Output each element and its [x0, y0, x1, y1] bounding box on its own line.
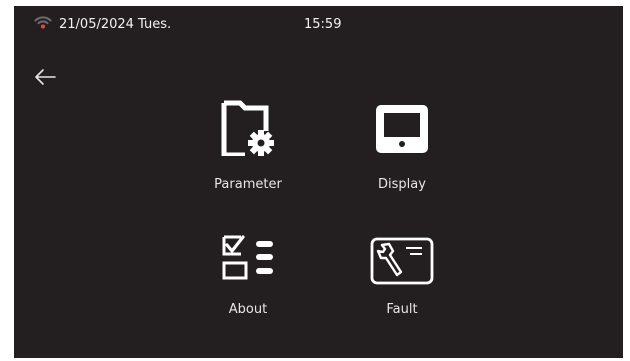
status-date: 21/05/2024 Tues. — [59, 17, 172, 32]
wrench-sheet-icon — [370, 237, 434, 285]
checklist-icon — [222, 235, 273, 280]
folder-gear-icon — [221, 100, 274, 156]
display-label: Display — [378, 177, 426, 192]
status-time: 15:59 — [304, 17, 342, 32]
back-arrow-icon[interactable] — [33, 67, 57, 87]
wifi-signal-icon — [34, 16, 52, 29]
monitor-icon — [376, 105, 428, 153]
status-bar: 21/05/2024 Tues. 15:59 — [14, 6, 623, 40]
fault-button[interactable]: Fault — [357, 232, 447, 332]
parameter-button[interactable]: Parameter — [203, 100, 293, 200]
device-screen: 21/05/2024 Tues. 15:59 Parameter Display — [14, 6, 623, 358]
about-button[interactable]: About — [203, 232, 293, 332]
about-label: About — [228, 302, 268, 317]
fault-label: Fault — [386, 302, 418, 317]
parameter-label: Parameter — [214, 177, 282, 192]
display-button[interactable]: Display — [357, 100, 447, 200]
